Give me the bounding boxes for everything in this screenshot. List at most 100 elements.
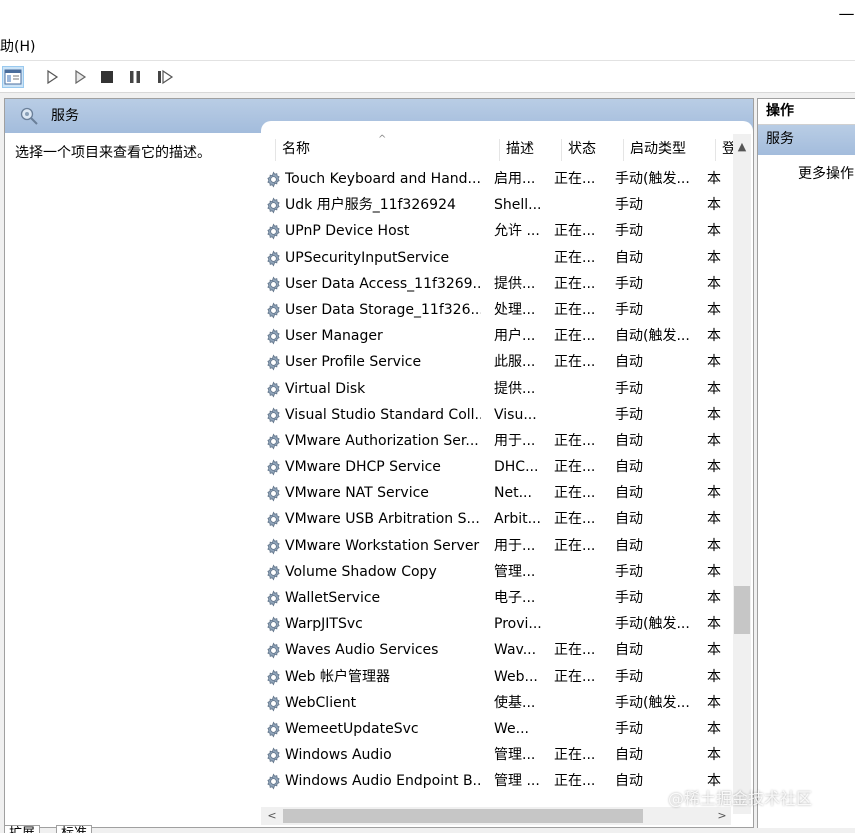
service-startup-type: 自动 [615, 485, 643, 502]
gear-icon [264, 563, 283, 582]
service-logon: 本 [707, 616, 721, 633]
toolbar [0, 62, 855, 93]
view-tabs: 扩展 标准 [0, 824, 110, 833]
service-startup-type: 手动 [615, 406, 643, 423]
minimize-button[interactable]: — [838, 4, 855, 32]
table-row[interactable]: WebClient 使基... 手动(触发... 本 [261, 690, 731, 716]
table-row[interactable]: WalletService 电子... 手动 本 [261, 585, 731, 611]
table-row[interactable]: Windows Audio Endpoint B... 管理 ... 正在... 自动… [261, 768, 731, 794]
service-name: UPSecurityInputService [285, 249, 450, 266]
column-header-status[interactable]: 状态 [561, 139, 621, 161]
service-startup-type: 自动 [615, 537, 643, 554]
stop-service-button[interactable] [97, 67, 119, 87]
menu-help[interactable]: 助(H) [0, 38, 35, 56]
service-startup-type: 手动(触发... [615, 694, 690, 711]
table-row[interactable]: Windows Audio 管理... 正在... 自动 本 [261, 742, 731, 768]
vertical-scrollbar[interactable]: ▲ [733, 134, 751, 814]
service-logon: 本 [707, 301, 721, 318]
start-service-button[interactable] [42, 67, 64, 87]
service-status: 正在... [554, 668, 596, 685]
table-row[interactable]: Touch Keyboard and Hand... 启用... 正在... 手动(触… [261, 166, 731, 192]
gear-icon [264, 458, 283, 477]
start-service-alt-button[interactable] [70, 67, 92, 87]
table-row[interactable]: VMware Workstation Server 用于... 正在... 自动 本 [261, 533, 731, 559]
service-logon: 本 [707, 563, 721, 580]
table-row[interactable]: Udk 用户服务_11f326924 Shell... 手动 本 [261, 192, 731, 218]
service-logon: 本 [707, 747, 721, 764]
gear-icon [264, 615, 283, 634]
table-row[interactable]: WemeetUpdateSvc We... 手动 本 [261, 716, 731, 742]
table-row[interactable]: Virtual Disk 提供... 手动 本 [261, 376, 731, 402]
table-row[interactable]: VMware DHCP Service DHC... 正在... 自动 本 [261, 454, 731, 480]
service-startup-type: 手动(触发... [615, 616, 690, 633]
show-hide-console-tree-button[interactable] [2, 66, 24, 88]
column-header-startup-type[interactable]: 启动类型 [623, 139, 713, 161]
service-status: 正在... [554, 459, 596, 476]
tab-extended[interactable]: 扩展 [4, 825, 41, 833]
service-description: 管理... [494, 563, 536, 580]
service-logon: 本 [707, 380, 721, 397]
table-row[interactable]: User Profile Service 此服... 正在... 自动 本 [261, 349, 731, 375]
table-row[interactable]: Web 帐户管理器 Web... 正在... 手动 本 [261, 664, 731, 690]
gear-icon [264, 510, 283, 529]
gear-icon [264, 484, 283, 503]
service-name: Touch Keyboard and Hand... [285, 171, 481, 187]
play-icon [47, 69, 59, 85]
service-name: Windows Audio Endpoint B... [285, 773, 481, 790]
service-logon: 本 [707, 537, 721, 554]
service-name: Waves Audio Services [285, 642, 439, 659]
gear-icon [264, 772, 283, 791]
gear-icon [264, 746, 283, 765]
service-name: WemeetUpdateSvc [285, 720, 419, 737]
gear-icon [264, 694, 283, 713]
pause-service-button[interactable] [125, 67, 147, 87]
tab-standard[interactable]: 标准 [56, 825, 93, 833]
table-row[interactable]: Visual Studio Standard Coll... Visu... 手动 本 [261, 402, 731, 428]
table-row[interactable]: UPnP Device Host 允许 ... 正在... 手动 本 [261, 218, 731, 244]
service-status: 正在... [554, 223, 596, 240]
table-row[interactable]: UPSecurityInputService 正在... 自动 本 [261, 245, 731, 271]
scroll-up-icon[interactable]: ▲ [733, 138, 751, 156]
table-row[interactable]: Waves Audio Services Wav... 正在... 自动 本 [261, 637, 731, 663]
service-description: 管理... [494, 747, 536, 764]
service-logon: 本 [707, 432, 721, 449]
column-header-logon[interactable]: 登 [715, 139, 733, 161]
service-description: Arbit... [494, 511, 541, 528]
service-name: VMware USB Arbitration S... [285, 511, 480, 528]
table-row[interactable]: User Data Storage_11f326... 处理... 正在... 手动 本 [261, 297, 731, 323]
service-startup-type: 手动 [615, 563, 643, 580]
more-actions-link[interactable]: 更多操作 [798, 165, 854, 183]
service-description: 管理 ... [494, 773, 540, 790]
service-name: VMware Workstation Server [285, 537, 480, 554]
service-description: 允许 ... [494, 223, 540, 240]
horizontal-scroll-thumb[interactable] [283, 809, 643, 823]
horizontal-scrollbar[interactable]: < > [261, 807, 731, 825]
table-row[interactable]: User Data Access_11f3269... 提供... 正在... 手动 本 [261, 271, 731, 297]
service-status: 正在... [554, 301, 596, 318]
table-row[interactable]: WarpJITSvc Provi... 手动(触发... 本 [261, 611, 731, 637]
table-row[interactable]: VMware Authorization Ser... 用于... 正在... 自动 本 [261, 428, 731, 454]
restart-service-button[interactable] [155, 67, 177, 87]
table-row[interactable]: VMware USB Arbitration S... Arbit... 正在...… [261, 506, 731, 532]
workspace: 服务 选择一个项目来查看它的描述。 ^ 名称 描述 状态 启动类型 登 Touc… [0, 93, 855, 833]
table-row[interactable]: User Manager 用户... 正在... 自动(触发... 本 [261, 323, 731, 349]
table-row[interactable]: VMware NAT Service Net... 正在... 自动 本 [261, 480, 731, 506]
service-name: User Profile Service [285, 354, 422, 371]
actions-title: 操作 [758, 99, 855, 125]
service-description: We... [494, 720, 529, 737]
scroll-left-icon[interactable]: < [263, 807, 281, 825]
service-startup-type: 手动 [615, 590, 643, 606]
service-logon: 本 [707, 720, 721, 737]
service-startup-type: 手动(触发... [615, 171, 690, 187]
service-description: Visu... [494, 406, 537, 423]
service-startup-type: 自动 [615, 511, 643, 528]
service-logon: 本 [707, 197, 721, 214]
table-row[interactable]: Volume Shadow Copy 管理... 手动 本 [261, 559, 731, 585]
vertical-scroll-thumb[interactable] [734, 586, 750, 634]
column-header-description[interactable]: 描述 [499, 139, 559, 161]
column-header-name[interactable]: 名称 [275, 139, 497, 161]
stop-icon [101, 71, 113, 83]
service-startup-type: 手动 [615, 668, 643, 685]
actions-group-services[interactable]: 服务 [758, 125, 855, 155]
service-name: WebClient [285, 694, 357, 711]
